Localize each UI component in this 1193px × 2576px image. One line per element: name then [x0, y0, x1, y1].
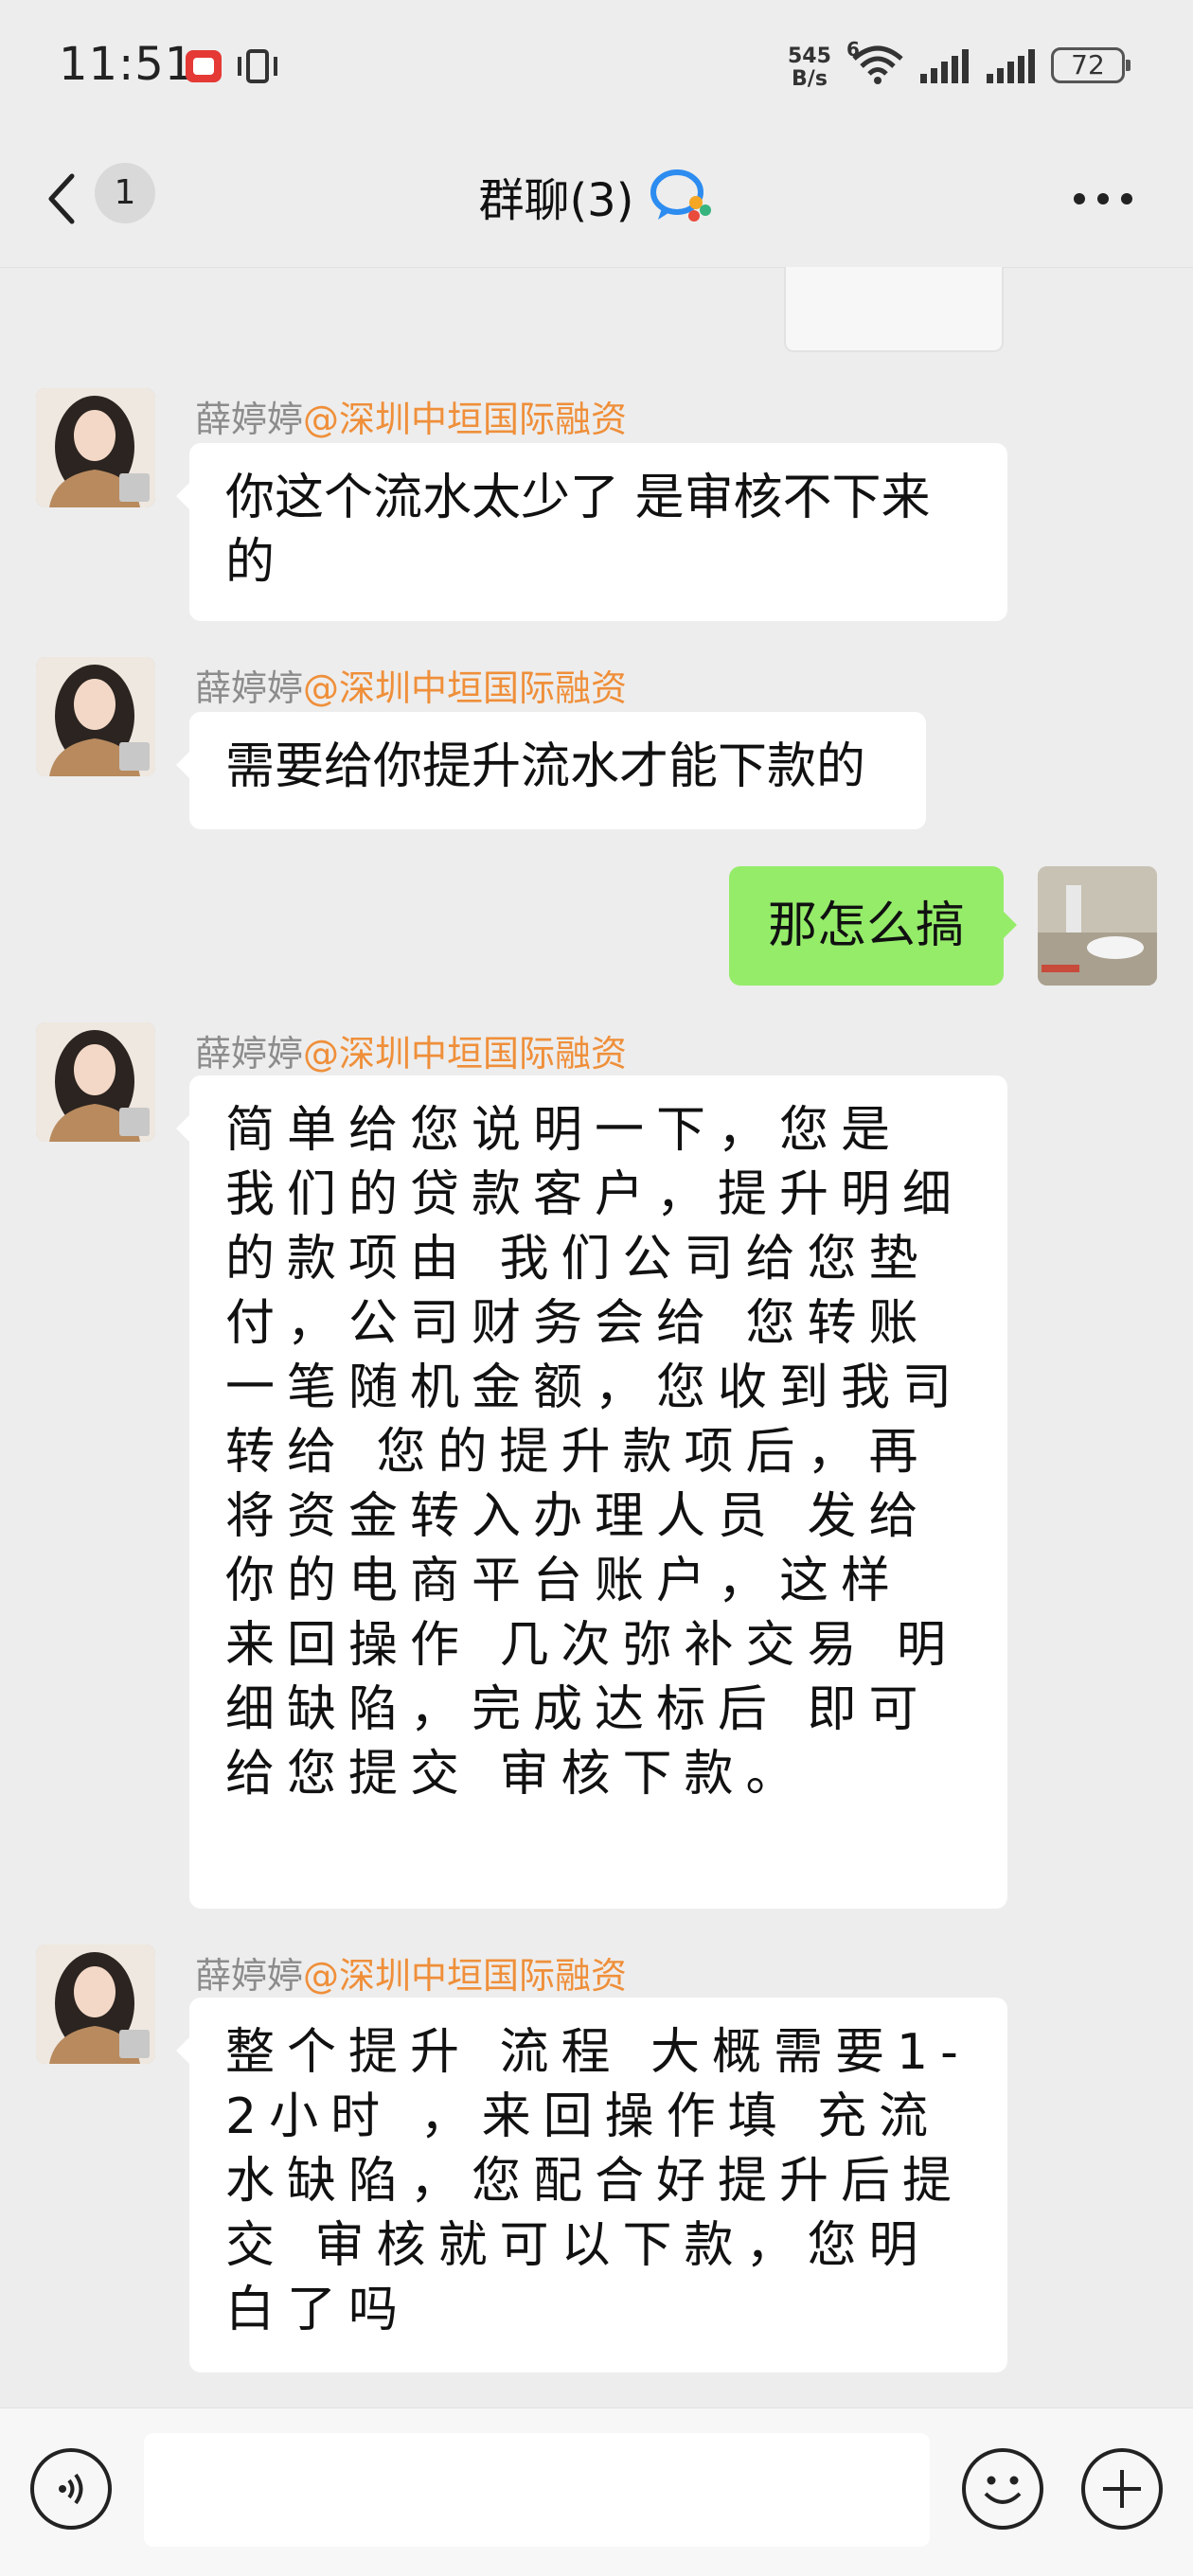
net-speed-unit: B/s: [792, 67, 828, 91]
sender-org: @深圳中垣国际融资: [303, 399, 628, 440]
my-avatar[interactable]: [1038, 866, 1157, 986]
sender-nickname: 薛婷婷: [195, 667, 304, 709]
title-area: 群聊(3): [0, 163, 1193, 229]
app-notification-icon: [186, 50, 222, 82]
sender-org: @深圳中垣国际融资: [303, 1955, 628, 1997]
sender-org: @深圳中垣国际融资: [303, 1033, 628, 1075]
signal-icon: [920, 49, 969, 83]
partial-message-bubble: [784, 267, 1004, 352]
chat-bubble-icon: [650, 169, 711, 222]
avatar[interactable]: [36, 388, 155, 507]
message-input[interactable]: [144, 2433, 930, 2547]
message-bubble[interactable]: 整个提升 流程 大概需要1-2小时 ，来回操作填 充流水缺陷，您配合好提升后提交…: [176, 1998, 1007, 2372]
sender-nickname: 薛婷婷: [195, 1033, 304, 1075]
status-time: 11:51: [59, 38, 195, 91]
chat-header: 1 群聊(3): [0, 133, 1193, 268]
vibrate-icon: [238, 49, 277, 83]
net-speed: 545 B/s: [788, 45, 831, 91]
sender-name: 薛婷婷@深圳中垣国际融资: [195, 390, 627, 442]
voice-icon[interactable]: [30, 2448, 112, 2530]
my-message-bubble[interactable]: 那怎么搞: [729, 866, 1017, 986]
sender-name: 薛婷婷@深圳中垣国际融资: [195, 659, 627, 711]
message-bubble[interactable]: 需要给你提升流水才能下款的: [176, 712, 926, 829]
status-bar: 11:51 545 B/s 6 72: [0, 0, 1193, 133]
net-speed-value: 545: [788, 44, 831, 68]
battery-icon: 72: [1051, 47, 1131, 83]
avatar[interactable]: [36, 1945, 155, 2064]
sender-nickname: 薛婷婷: [195, 399, 304, 440]
chat-title[interactable]: 群聊(3): [478, 174, 633, 227]
signal-label: 6: [846, 38, 860, 61]
message-bubble[interactable]: 简单给您说明一下，您是 我们的贷款客户，提升明细的款项由 我们公司给您垫付，公司…: [176, 1075, 1007, 1909]
input-bar: [0, 2407, 1193, 2576]
signal-icon: [987, 49, 1035, 83]
sender-org: @深圳中垣国际融资: [303, 667, 628, 709]
avatar[interactable]: [36, 1022, 155, 1142]
sender-nickname: 薛婷婷: [195, 1955, 304, 1997]
more-dots-icon[interactable]: [1070, 189, 1136, 208]
message-bubble[interactable]: 你这个流水太少了 是审核不下来的: [176, 443, 1007, 621]
sender-name: 薛婷婷@深圳中垣国际融资: [195, 1024, 627, 1076]
emoji-icon[interactable]: [962, 2448, 1043, 2530]
avatar[interactable]: [36, 657, 155, 776]
plus-icon[interactable]: [1081, 2448, 1163, 2530]
sender-name: 薛婷婷@深圳中垣国际融资: [195, 1946, 627, 1999]
